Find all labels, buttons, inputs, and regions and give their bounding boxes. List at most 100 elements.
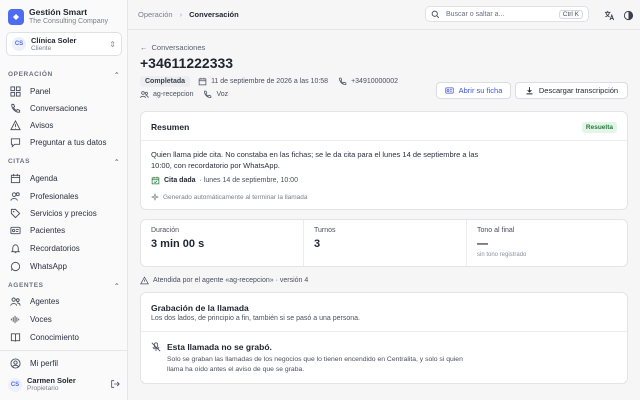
appointment-line: Cita dada · lunes 14 de septiembre, 10:0… bbox=[151, 176, 298, 185]
chevron-right-icon: › bbox=[179, 10, 183, 19]
org-switcher[interactable]: CS Clínica Soler Cliente ⇕ bbox=[6, 32, 122, 56]
stat-label: Tono al final bbox=[477, 227, 515, 234]
sidebar-item-conversaciones[interactable]: Conversaciones bbox=[8, 101, 120, 115]
brand-subtitle: The Consulting Company bbox=[29, 18, 108, 25]
sidebar-item-label: Conversaciones bbox=[30, 103, 88, 113]
phone-icon bbox=[339, 77, 347, 85]
user-role: Propietario bbox=[27, 385, 59, 392]
recording-description: Los dos lados, de principio a fin, tambi… bbox=[151, 315, 360, 322]
sidebar-item-label: Mi perfil bbox=[30, 358, 59, 368]
breadcrumb: Operación › Conversación bbox=[138, 10, 239, 19]
download-transcript-button[interactable]: Descargar transcripción bbox=[515, 82, 628, 99]
sidebar-item-profesionales[interactable]: Profesionales bbox=[8, 189, 120, 203]
recording-title: Grabación de la llamada bbox=[151, 303, 249, 313]
download-icon bbox=[526, 87, 533, 95]
section-operacion[interactable]: OPERACIÓN ⌃ bbox=[8, 71, 120, 79]
open-record-button[interactable]: Abrir su ficha bbox=[436, 82, 511, 99]
sidebar-item-label: Profesionales bbox=[30, 191, 79, 201]
section-title: OPERACIÓN bbox=[8, 71, 53, 78]
sidebar-item-conocimiento[interactable]: Conocimiento bbox=[8, 330, 120, 344]
grid-icon bbox=[8, 85, 22, 97]
user-circle-icon bbox=[8, 357, 22, 369]
summary-title: Resumen bbox=[151, 122, 190, 132]
call-datetime: 11 de septiembre de 2026 a las 10:58 bbox=[211, 78, 329, 85]
search-input[interactable]: Buscar o saltar a... Ctrl K bbox=[425, 6, 589, 22]
stat-value: — bbox=[477, 238, 488, 250]
sidebar-item-agenda[interactable]: Agenda bbox=[8, 171, 120, 185]
section-agentes[interactable]: AGENTES ⌃ bbox=[8, 282, 120, 290]
search-placeholder: Buscar o saltar a... bbox=[446, 10, 505, 18]
sidebar-item-agentes[interactable]: Agentes bbox=[8, 294, 120, 308]
appointment-value: · lunes 14 de septiembre, 10:00 bbox=[199, 177, 298, 184]
sidebar-item-pacientes[interactable]: Pacientes bbox=[8, 223, 120, 237]
chevron-updown-icon: ⇕ bbox=[109, 39, 116, 49]
brand[interactable]: Gestión Smart The Consulting Company bbox=[8, 7, 108, 26]
stats-card: Duración 3 min 00 s Turnos 3 Tono al fin… bbox=[140, 219, 628, 267]
calendar-icon bbox=[198, 77, 207, 86]
agent-name: ag-recepcion bbox=[153, 91, 194, 98]
phone-icon bbox=[8, 103, 22, 114]
open-record-label: Abrir su ficha bbox=[458, 86, 503, 95]
agent-attribution-text: Atendida por el agente «ag-recepcion» · … bbox=[153, 277, 309, 284]
sidebar: Gestión Smart The Consulting Company CS … bbox=[0, 0, 128, 400]
stat-label: Turnos bbox=[314, 227, 336, 234]
sidebar-item-mi-perfil[interactable]: Mi perfil bbox=[8, 356, 120, 370]
section-citas[interactable]: CITAS ⌃ bbox=[8, 158, 120, 166]
users-icon bbox=[8, 191, 22, 202]
agent-icon bbox=[140, 276, 149, 285]
recording-divider bbox=[141, 331, 627, 332]
download-transcript-label: Descargar transcripción bbox=[538, 86, 619, 95]
chevron-up-icon: ⌃ bbox=[113, 72, 120, 79]
sidebar-item-recordatorios[interactable]: Recordatorios bbox=[8, 241, 120, 255]
summary-card: Resumen Resuelta Quien llama pide cita. … bbox=[140, 111, 628, 210]
conversation-meta-2: ag-recepcion Voz bbox=[140, 90, 238, 99]
translate-icon[interactable] bbox=[603, 9, 615, 21]
recording-warning-title: Esta llamada no se grabó. bbox=[167, 342, 272, 352]
user-avatar: CS bbox=[8, 377, 22, 392]
alert-icon bbox=[8, 119, 22, 131]
sidebar-item-whatsapp[interactable]: WhatsApp bbox=[8, 259, 120, 273]
to-number-meta: +34910000002 bbox=[338, 77, 398, 86]
back-link-label: Conversaciones bbox=[151, 43, 206, 52]
agent-attribution: Atendida por el agente «ag-recepcion» · … bbox=[140, 276, 308, 285]
sidebar-item-label: Pacientes bbox=[30, 225, 66, 235]
org-role: Cliente bbox=[31, 44, 52, 52]
sidebar-item-label: Agentes bbox=[30, 296, 60, 306]
sidebar-item-voces[interactable]: Voces bbox=[8, 312, 120, 326]
sidebar-item-label: Agenda bbox=[30, 173, 58, 183]
sidebar-item-label: Recordatorios bbox=[30, 243, 80, 253]
org-name: Clínica Soler bbox=[31, 35, 77, 45]
search-shortcut: Ctrl K bbox=[558, 9, 583, 19]
logout-icon[interactable] bbox=[110, 379, 120, 391]
conversation-meta: Completada 11 de septiembre de 2026 a la… bbox=[140, 76, 408, 87]
appointment-label: Cita dada bbox=[164, 177, 196, 184]
sparkle-icon bbox=[151, 193, 159, 201]
sidebar-item-label: Avisos bbox=[30, 120, 54, 130]
stat-turns: Turnos 3 bbox=[304, 220, 466, 266]
recording-card: Grabación de la llamada Los dos lados, d… bbox=[140, 292, 628, 384]
sidebar-divider bbox=[0, 350, 127, 351]
chat-icon bbox=[8, 137, 22, 148]
user-name: Carmen Soler bbox=[27, 376, 76, 385]
breadcrumb-item-operacion[interactable]: Operación bbox=[138, 10, 173, 19]
agents-icon bbox=[8, 296, 22, 307]
sidebar-item-panel[interactable]: Panel bbox=[8, 84, 120, 98]
theme-toggle-icon[interactable] bbox=[622, 9, 634, 21]
arrow-left-icon: ← bbox=[140, 43, 148, 52]
chevron-up-icon: ⌃ bbox=[113, 159, 120, 166]
user-box: CS Carmen Soler Propietario bbox=[8, 376, 120, 393]
sidebar-item-preguntar[interactable]: Preguntar a tus datos bbox=[8, 135, 120, 149]
calendar-check-icon bbox=[151, 176, 160, 185]
auto-generated-note: Generado automáticamente al terminar la … bbox=[151, 193, 308, 201]
section-title: AGENTES bbox=[8, 282, 44, 289]
back-link[interactable]: ← Conversaciones bbox=[140, 43, 205, 52]
sidebar-item-servicios[interactable]: Servicios y precios bbox=[8, 206, 120, 220]
datetime-meta: 11 de septiembre de 2026 a las 10:58 bbox=[198, 77, 328, 86]
brand-name: Gestión Smart bbox=[29, 7, 88, 17]
summary-divider bbox=[141, 140, 627, 141]
stat-label: Duración bbox=[151, 227, 180, 234]
sidebar-item-label: Conocimiento bbox=[30, 332, 79, 342]
stat-value: 3 bbox=[314, 238, 321, 250]
sidebar-item-label: Preguntar a tus datos bbox=[30, 137, 107, 147]
sidebar-item-avisos[interactable]: Avisos bbox=[8, 118, 120, 132]
